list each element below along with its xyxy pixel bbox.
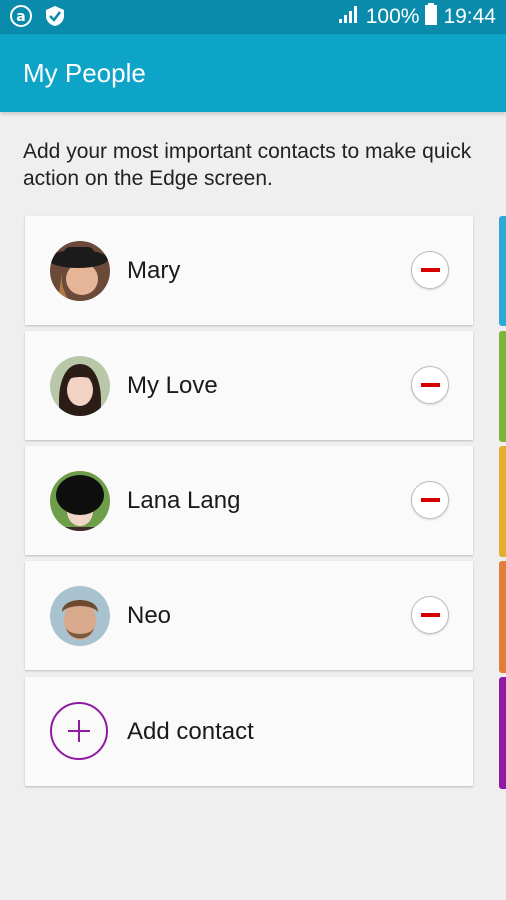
minus-icon: [421, 498, 440, 502]
contact-name: My Love: [127, 372, 218, 399]
plus-icon: [50, 702, 108, 760]
add-contact-button[interactable]: Add contact: [25, 677, 473, 786]
status-bar: a 100% 19:44: [0, 0, 506, 34]
contact-card-neo[interactable]: Neo: [25, 561, 473, 670]
notification-a-icon: a: [10, 5, 32, 32]
edge-tab-1: [499, 216, 506, 326]
add-contact-label: Add contact: [127, 718, 254, 745]
page-title: My People: [23, 58, 146, 88]
edge-tab-2: [499, 331, 506, 442]
app-bar: My People: [0, 34, 506, 112]
contact-name: Neo: [127, 602, 172, 629]
remove-contact-button[interactable]: [411, 596, 449, 634]
shield-check-icon: [44, 5, 66, 32]
remove-contact-button[interactable]: [411, 366, 449, 404]
avatar: [50, 241, 110, 301]
contact-name: Lana Lang: [127, 487, 241, 514]
remove-contact-button[interactable]: [411, 251, 449, 289]
minus-icon: [421, 383, 440, 387]
battery-percent: 100%: [365, 5, 420, 28]
minus-icon: [421, 268, 440, 272]
svg-text:a: a: [16, 9, 25, 25]
edge-tab-3: [499, 446, 506, 557]
avatar: [50, 586, 110, 646]
contact-card-mary[interactable]: Mary: [25, 216, 473, 325]
clock: 19:44: [443, 5, 496, 28]
avatar: [50, 356, 110, 416]
avatar: [50, 471, 110, 531]
edge-tab-4: [499, 561, 506, 673]
contact-card-my-love[interactable]: My Love: [25, 331, 473, 440]
contact-card-lana-lang[interactable]: Lana Lang: [25, 446, 473, 555]
battery-icon: [425, 3, 438, 31]
remove-contact-button[interactable]: [411, 481, 449, 519]
edge-tab-5: [499, 677, 506, 789]
minus-icon: [421, 613, 440, 617]
contact-name: Mary: [127, 257, 181, 284]
signal-icon: [338, 4, 360, 30]
description-text: Add your most important contacts to make…: [23, 140, 472, 190]
